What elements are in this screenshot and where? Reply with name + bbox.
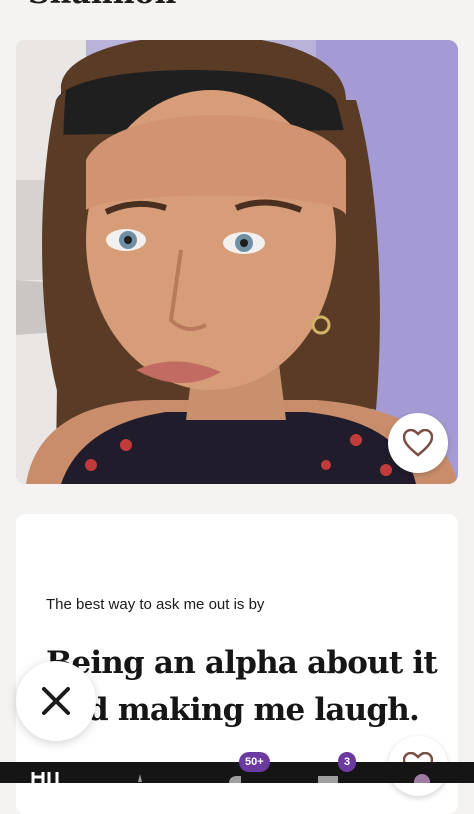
prompt-answer: Being an alpha about it and making me la… [46, 645, 438, 728]
nav-likes-you[interactable]: 50+ [225, 752, 275, 783]
matches-badge: 3 [338, 752, 357, 772]
profile-name: Shannon [28, 0, 176, 11]
close-icon [42, 687, 70, 715]
heart-icon [403, 429, 433, 457]
like-photo-button[interactable] [388, 413, 448, 473]
star-icon [138, 774, 142, 782]
photo-image [16, 40, 458, 484]
skip-button[interactable] [16, 661, 96, 741]
profile-photo[interactable] [16, 40, 458, 484]
nav-matches[interactable]: 3 [316, 752, 366, 783]
nav-profile[interactable] [410, 762, 434, 790]
likes-badge: 50+ [239, 752, 270, 772]
avatar-icon [414, 774, 430, 790]
chat-icon [318, 776, 338, 783]
logo-icon [31, 772, 59, 783]
nav-standouts[interactable] [130, 762, 150, 783]
bottom-nav: 50+ 3 [0, 752, 474, 790]
nav-home[interactable] [30, 762, 76, 783]
prompt-question: The best way to ask me out is by [46, 596, 265, 613]
